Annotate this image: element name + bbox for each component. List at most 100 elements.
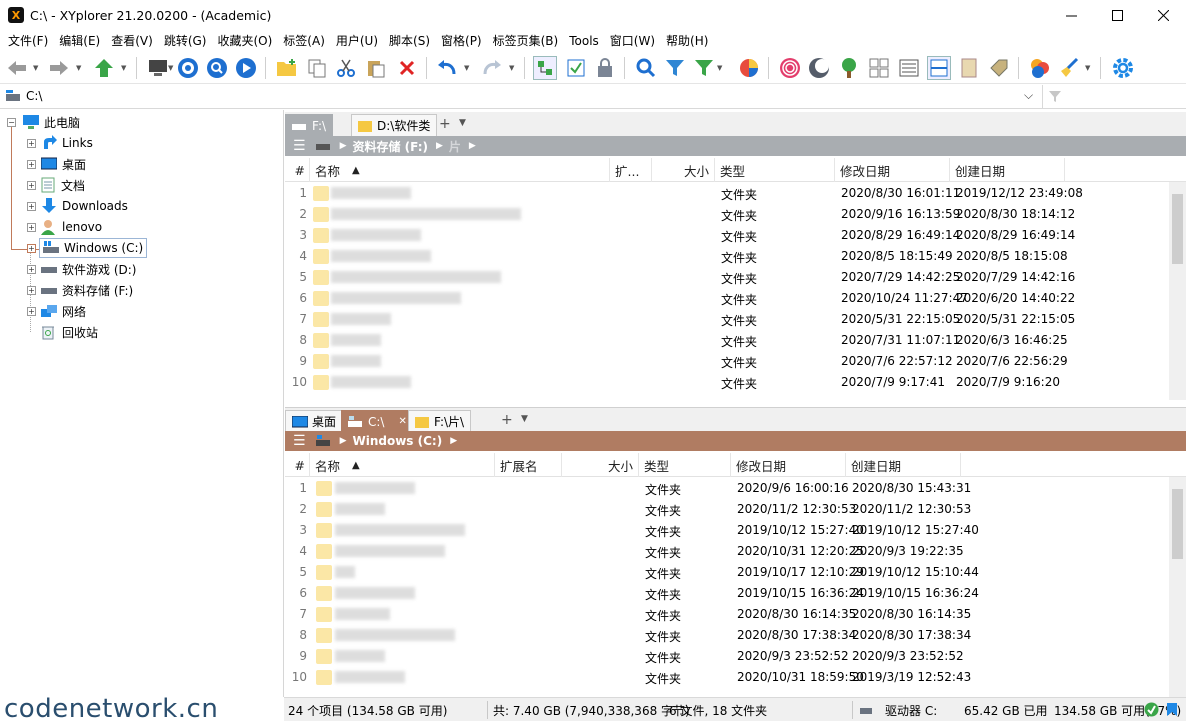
menu-panes[interactable]: 窗格(P): [437, 32, 486, 49]
table-row[interactable]: 7 文件夹 2020/5/31 22:15:05 2020/5/31 22:15:05: [285, 309, 1169, 330]
table-row[interactable]: 8 文件夹 2020/8/30 17:38:34 2020/8/30 17:38:34: [285, 625, 1169, 646]
cut-button[interactable]: [334, 56, 358, 80]
menu-tags[interactable]: 标签(A): [279, 32, 329, 49]
tree-item-downloads[interactable]: Downloads: [41, 196, 128, 216]
back-button[interactable]: [5, 56, 29, 80]
close-button[interactable]: [1140, 0, 1186, 30]
col-type[interactable]: 类型: [715, 158, 835, 182]
tree-item-network[interactable]: 网络: [41, 301, 86, 321]
table-row[interactable]: 4 文件夹 2020/8/5 18:15:49 2020/8/5 18:15:08: [285, 246, 1169, 267]
table-row[interactable]: 5 文件夹 2020/7/29 14:42:25 2020/7/29 14:42:16: [285, 267, 1169, 288]
spiral-button[interactable]: [778, 56, 802, 80]
address-input[interactable]: C:\: [26, 89, 42, 103]
tree-toggle-button[interactable]: [533, 56, 557, 80]
table-row[interactable]: 6 文件夹 2019/10/15 16:36:24 2019/10/15 16:36:…: [285, 583, 1169, 604]
tab-f-pictures[interactable]: F:\片\: [408, 410, 472, 432]
thumbnails-button[interactable]: [867, 56, 891, 80]
table-row[interactable]: 3 文件夹 2020/8/29 16:49:14 2020/8/29 16:49:14: [285, 225, 1169, 246]
find-button[interactable]: [205, 56, 229, 80]
forward-dropdown[interactable]: ▼: [76, 65, 82, 72]
menu-tabsets[interactable]: 标签页集(B): [489, 32, 563, 49]
quick-filter-icon[interactable]: [1048, 90, 1062, 103]
address-dropdown-icon[interactable]: ⌵: [1024, 88, 1033, 103]
new-tab-button[interactable]: +: [501, 412, 513, 428]
forward-button[interactable]: [47, 56, 71, 80]
scroll-thumb[interactable]: [1172, 194, 1183, 264]
tab-c[interactable]: C:\ ✕: [341, 410, 414, 432]
back-dropdown[interactable]: ▼: [33, 65, 39, 72]
breadcrumb-drive-f[interactable]: 资料存储 (F:): [352, 138, 428, 155]
tree-item-documents[interactable]: 文档: [41, 175, 85, 195]
lock-button[interactable]: [593, 56, 617, 80]
pane-menu-icon[interactable]: ☰: [293, 138, 306, 154]
scroll-thumb[interactable]: [1172, 489, 1183, 559]
filter-button[interactable]: [663, 56, 687, 80]
table-row[interactable]: 2 文件夹 2020/11/2 12:30:53 2020/11/2 12:30:53: [285, 499, 1169, 520]
table-row[interactable]: 7 文件夹 2020/8/30 16:14:35 2020/8/30 16:14:35: [285, 604, 1169, 625]
bookmark-icon[interactable]: [1164, 702, 1180, 717]
maximize-button[interactable]: [1094, 0, 1140, 30]
color-filter-button[interactable]: [737, 56, 761, 80]
tree-item-windows-c[interactable]: Windows (C:): [39, 238, 148, 258]
minimize-button[interactable]: [1048, 0, 1094, 30]
target-button[interactable]: [176, 56, 200, 80]
col-created[interactable]: 创建日期: [846, 453, 961, 477]
paste-button[interactable]: [364, 56, 388, 80]
menu-view[interactable]: 查看(V): [107, 32, 157, 49]
up-button[interactable]: [92, 56, 116, 80]
table-row[interactable]: 6 文件夹 2020/10/24 11:27:47 2020/6/20 14:40:2…: [285, 288, 1169, 309]
menu-edit[interactable]: 编辑(E): [55, 32, 104, 49]
new-folder-button[interactable]: [275, 56, 299, 80]
menu-user[interactable]: 用户(U): [332, 32, 382, 49]
computer-button[interactable]: [146, 56, 170, 80]
up-dropdown[interactable]: ▼: [121, 65, 127, 72]
details-view-button[interactable]: [897, 56, 921, 80]
tab-desktop[interactable]: 桌面: [285, 410, 344, 432]
table-row[interactable]: 4 文件夹 2020/10/31 12:20:25 2020/9/3 19:22:35: [285, 541, 1169, 562]
visual-filter-button[interactable]: [692, 56, 716, 80]
table-row[interactable]: 3 文件夹 2019/10/12 15:27:40 2019/10/12 15:27:…: [285, 520, 1169, 541]
tab-list-dropdown[interactable]: ▼: [459, 118, 466, 128]
tab-d-software[interactable]: D:\软件类: [351, 114, 438, 136]
col-modified[interactable]: 修改日期: [835, 158, 950, 182]
breadcrumb-drive-c[interactable]: Windows (C:): [352, 434, 442, 448]
table-row[interactable]: 1 文件夹 2020/8/30 16:01:11 2019/12/12 23:49:0…: [285, 183, 1169, 204]
tree-view-button[interactable]: [837, 56, 861, 80]
menu-file[interactable]: 文件(F): [4, 32, 52, 49]
menu-tools[interactable]: Tools: [565, 34, 603, 48]
pane2-scrollbar[interactable]: [1169, 477, 1186, 697]
checkbox-button[interactable]: [564, 56, 588, 80]
collapse-toggle[interactable]: −: [7, 118, 16, 127]
table-row[interactable]: 10 文件夹 2020/7/9 9:17:41 2020/7/9 9:16:20: [285, 372, 1169, 393]
table-row[interactable]: 10 文件夹 2020/10/31 18:59:50 2019/3/19 12:52:…: [285, 667, 1169, 688]
table-row[interactable]: 9 文件夹 2020/9/3 23:52:52 2020/9/3 23:52:52: [285, 646, 1169, 667]
col-size[interactable]: 大小: [562, 453, 639, 477]
col-name[interactable]: 名称 ▲: [310, 158, 610, 182]
col-ext[interactable]: 扩...: [610, 158, 652, 182]
col-ext[interactable]: 扩展名: [495, 453, 562, 477]
col-index[interactable]: #: [285, 158, 310, 182]
dual-pane-button[interactable]: [927, 56, 951, 80]
clean-button[interactable]: [1057, 56, 1081, 80]
col-size[interactable]: 大小: [652, 158, 715, 182]
tab-f[interactable]: F:\: [285, 114, 334, 136]
undo-button[interactable]: [435, 56, 459, 80]
table-row[interactable]: 1 文件夹 2020/9/6 16:00:16 2020/8/30 15:43:31: [285, 478, 1169, 499]
tree-item-this-pc[interactable]: 此电脑: [22, 112, 80, 132]
tree-item-drive-d[interactable]: 软件游戏 (D:): [41, 259, 136, 279]
tab-list-dropdown[interactable]: ▼: [521, 414, 528, 424]
tree-item-drive-f[interactable]: 资料存储 (F:): [41, 280, 133, 300]
search-button[interactable]: [634, 56, 658, 80]
menu-window[interactable]: 窗口(W): [606, 32, 659, 49]
play-button[interactable]: [234, 56, 258, 80]
tree-item-desktop[interactable]: 桌面: [41, 154, 86, 174]
menu-help[interactable]: 帮助(H): [662, 32, 712, 49]
tag-button[interactable]: [987, 56, 1011, 80]
preview-button[interactable]: [957, 56, 981, 80]
pane-menu-icon[interactable]: ☰: [293, 433, 306, 449]
table-row[interactable]: 9 文件夹 2020/7/6 22:57:12 2020/7/6 22:56:29: [285, 351, 1169, 372]
delete-button[interactable]: [395, 56, 419, 80]
night-mode-button[interactable]: [807, 56, 831, 80]
col-type[interactable]: 类型: [639, 453, 731, 477]
table-row[interactable]: 2 文件夹 2020/9/16 16:13:59 2020/8/30 18:14:12: [285, 204, 1169, 225]
